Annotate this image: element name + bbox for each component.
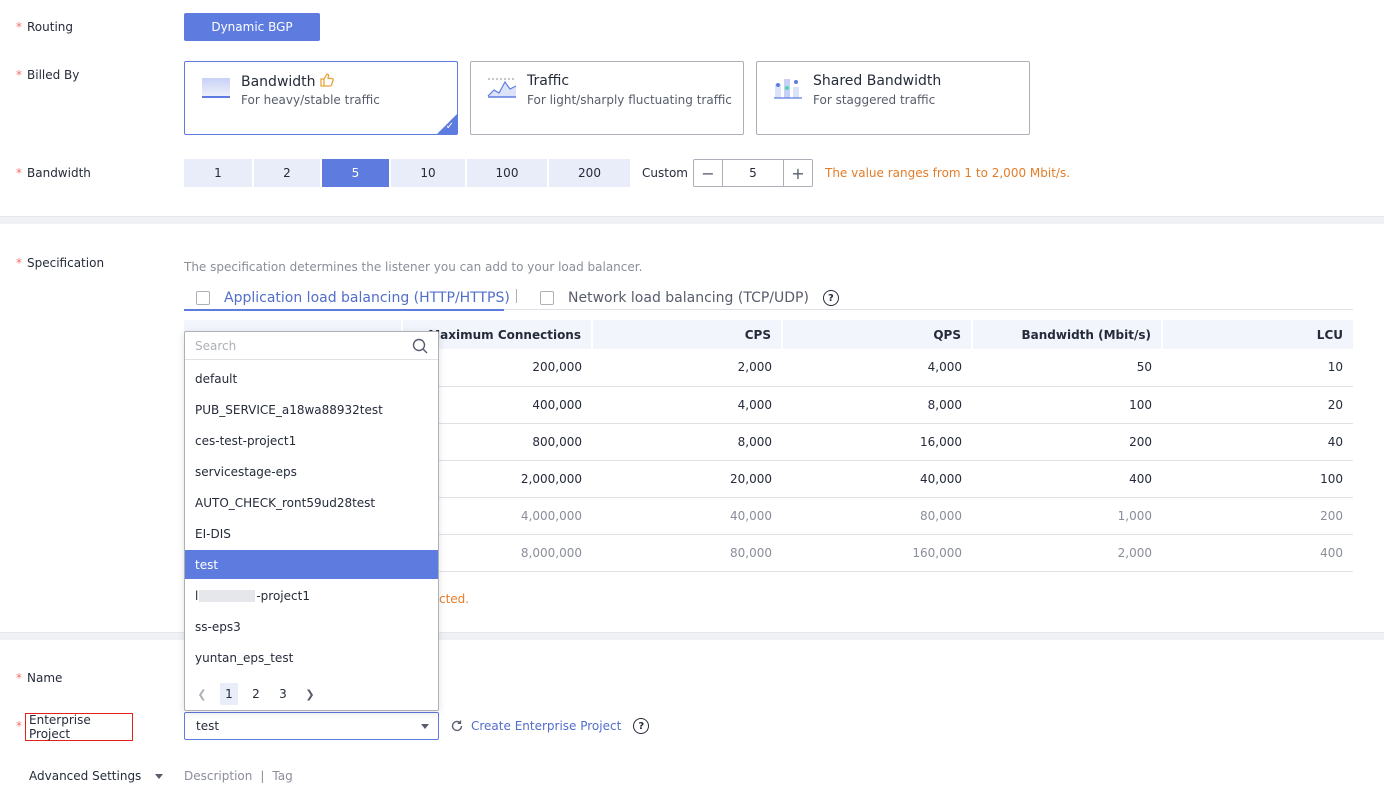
dropdown-option[interactable]: default [185, 364, 438, 393]
bandwidth-option-5[interactable]: 5 [322, 159, 389, 187]
bandwidth-option-2[interactable]: 2 [254, 159, 320, 187]
billing-card-bandwidth[interactable]: Bandwidth For heavy/stable traffic ✓ [184, 61, 458, 135]
dropdown-option[interactable]: PUB_SERVICE_a18wa88932test [185, 395, 438, 424]
dropdown-search-input[interactable]: Search [185, 332, 438, 360]
active-tab-indicator [184, 309, 504, 311]
page-3[interactable]: 3 [274, 683, 292, 705]
help-icon[interactable]: ? [633, 718, 650, 734]
billing-card-traffic[interactable]: Traffic For light/sharply fluctuating tr… [470, 61, 744, 135]
routing-dynamic-bgp-button[interactable]: Dynamic BGP [184, 13, 320, 41]
create-enterprise-project-link[interactable]: Create Enterprise Project [471, 719, 621, 733]
increment-button[interactable]: + [784, 160, 812, 186]
tab-baseline [504, 309, 1353, 310]
bandwidth-option-1[interactable]: 1 [184, 159, 252, 187]
custom-label: Custom [642, 166, 688, 180]
page-2[interactable]: 2 [247, 683, 265, 705]
enterprise-project-dropdown: Search default PUB_SERVICE_a18wa88932tes… [184, 331, 439, 711]
check-icon: ✓ [445, 121, 454, 132]
advanced-settings-toggle[interactable]: Advanced Settings [29, 769, 164, 783]
chevron-right-icon[interactable]: ❯ [301, 683, 319, 705]
dropdown-option[interactable]: AUTO_CHECK_ront59ud28test [185, 488, 438, 517]
bandwidth-option-10[interactable]: 10 [391, 159, 465, 187]
advanced-settings-summary: Description | Tag [184, 769, 293, 783]
dropdown-option[interactable]: servicestage-eps [185, 457, 438, 486]
bandwidth-option-100[interactable]: 100 [467, 159, 547, 187]
traffic-icon [487, 78, 517, 98]
shared-bandwidth-icon [774, 79, 802, 99]
caret-down-icon [421, 724, 429, 729]
bandwidth-custom-input[interactable]: 5 [722, 160, 784, 186]
bandwidth-stepper: − 5 + [693, 159, 813, 187]
dropdown-option[interactable]: EI-DIS [185, 519, 438, 548]
application-lb-checkbox[interactable] [196, 291, 210, 305]
enterprise-project-select[interactable]: test [184, 712, 439, 740]
redacted-text [199, 589, 256, 602]
specification-warning-text: cted. [439, 592, 470, 606]
section-divider [0, 216, 1384, 224]
routing-label: * Routing [16, 20, 74, 34]
help-icon[interactable]: ? [822, 290, 839, 306]
search-icon[interactable] [412, 338, 428, 354]
chevron-left-icon[interactable]: ❮ [193, 683, 211, 705]
billed-by-label: * Billed By [16, 68, 80, 82]
page-1[interactable]: 1 [220, 683, 238, 705]
enterprise-project-label: Enterprise Project [25, 713, 133, 741]
tab-application-load-balancing[interactable]: Application load balancing (HTTP/HTTPS) [196, 286, 510, 310]
tab-network-load-balancing[interactable]: Network load balancing (TCP/UDP) ? [540, 286, 839, 310]
create-enterprise-project[interactable]: Create Enterprise Project ? [450, 718, 650, 734]
network-lb-checkbox[interactable] [540, 291, 554, 305]
caret-down-icon [155, 773, 164, 779]
dropdown-option-selected[interactable]: test [185, 550, 438, 579]
name-label: * Name [16, 671, 63, 685]
specification-description: The specification determines the listene… [184, 260, 643, 274]
dropdown-option[interactable]: yuntan_eps_test [185, 643, 438, 672]
dropdown-option[interactable]: ss-eps3 [185, 612, 438, 641]
decrement-button[interactable]: − [694, 160, 722, 186]
dropdown-option[interactable]: ces-test-project1 [185, 426, 438, 455]
required-asterisk: * [16, 719, 22, 733]
billing-card-shared-bandwidth[interactable]: Shared Bandwidth For staggered traffic [756, 61, 1030, 135]
tab-divider [516, 289, 517, 303]
dropdown-option[interactable]: l -project1 [185, 581, 438, 610]
bandwidth-range-hint: The value ranges from 1 to 2,000 Mbit/s. [825, 166, 1071, 180]
refresh-icon[interactable] [450, 719, 464, 733]
bandwidth-option-200[interactable]: 200 [549, 159, 630, 187]
thumbs-up-icon [320, 73, 334, 87]
specification-label: * Specification [16, 256, 105, 270]
dropdown-pagination: ❮ 1 2 3 ❯ [185, 680, 438, 708]
bandwidth-icon [202, 78, 230, 98]
bandwidth-label: * Bandwidth [16, 166, 91, 180]
